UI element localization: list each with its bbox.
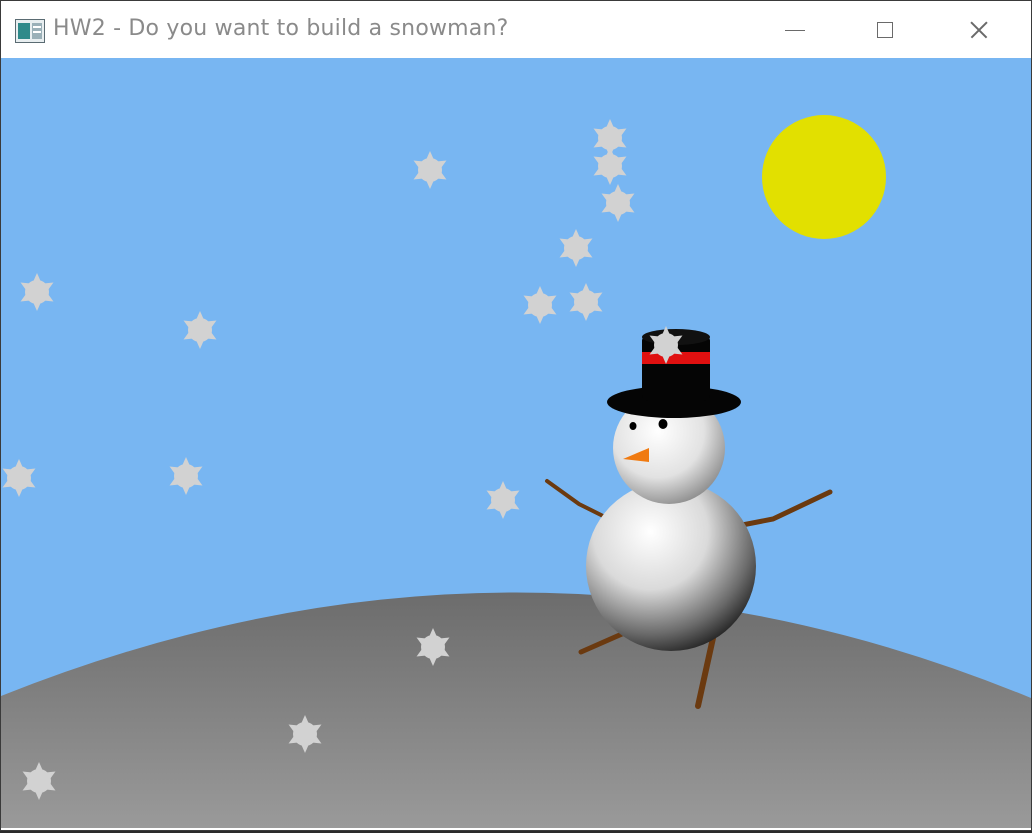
snowman-left-eye [629,422,637,430]
close-button[interactable] [949,9,1009,51]
minimize-button[interactable] [765,9,825,51]
snowflake [18,273,56,311]
maximize-button[interactable] [855,9,915,51]
window-app-icon[interactable] [15,19,45,43]
snowman-right-eye [658,419,668,429]
snowman-left-arm [545,479,609,520]
minimize-icon [785,29,805,31]
snowflake [557,229,595,267]
close-icon [968,19,990,41]
snowflake [1,459,38,497]
app-window: HW2 - Do you want to build a snowman? [0,0,1032,831]
snowflake [591,147,629,185]
snowflake [521,286,559,324]
snowflake [181,311,219,349]
window-title: HW2 - Do you want to build a snowman? [53,16,509,41]
title-bar[interactable]: HW2 - Do you want to build a snowman? [1,1,1031,57]
scene-svg [1,115,1031,828]
snow-hill [1,592,1031,828]
snowman-body [586,481,756,651]
snowman-right-arm [734,489,833,529]
sun [762,115,886,239]
maximize-icon [877,22,893,38]
snowflake [167,457,205,495]
opengl-canvas[interactable] [1,58,1031,828]
snowflake [484,481,522,519]
snowflake [567,283,605,321]
snowflake [411,151,449,189]
snowflake [599,184,637,222]
